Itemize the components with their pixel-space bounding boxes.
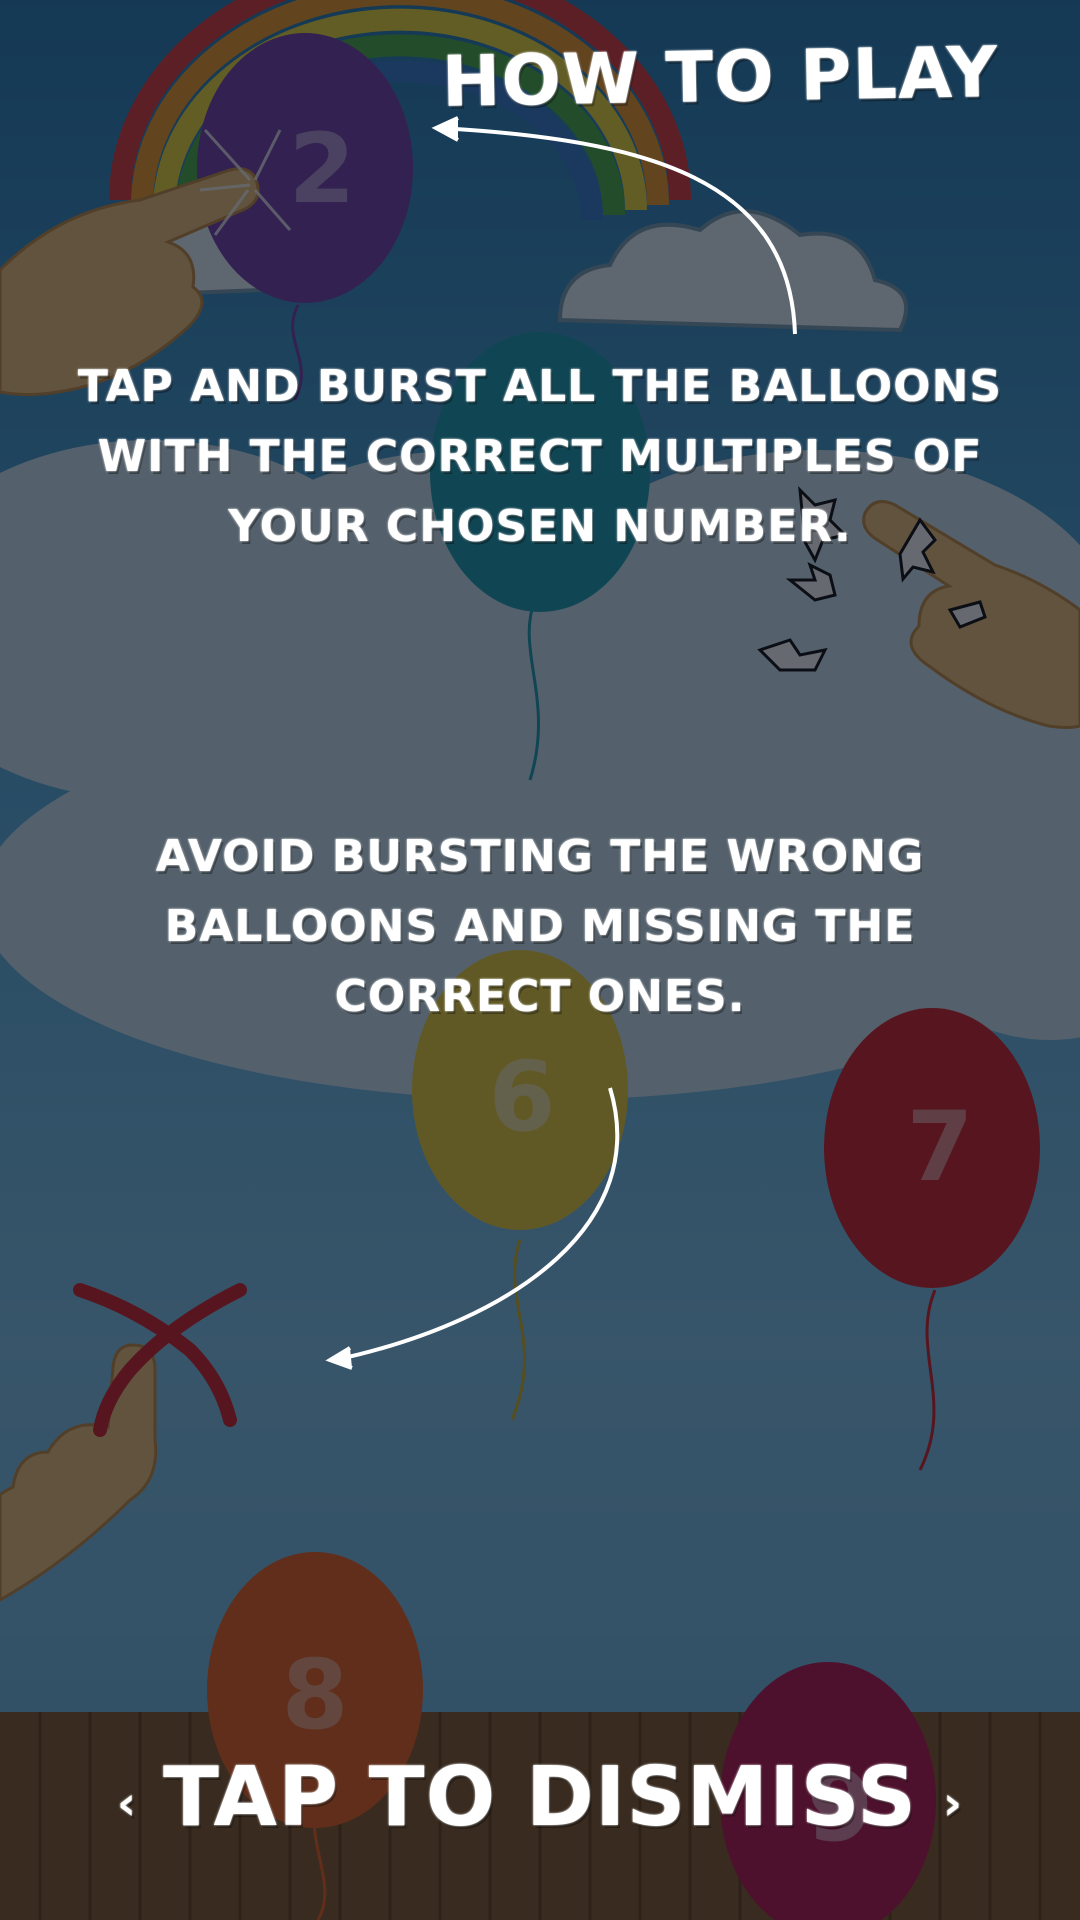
curved-arrow-icon bbox=[325, 1087, 620, 1370]
instruction-text-1: TAP AND BURST ALL THE BALLOONS WITH THE … bbox=[77, 361, 1003, 552]
game-screen[interactable]: 2 6 7 8 9 HOW TO PLAY TAP AND BURST ALL … bbox=[0, 0, 1080, 1920]
instruction-text-2: AVOID BURSTING THE WRONG BALLOONS AND MI… bbox=[155, 831, 925, 1022]
dismiss-label: TAP TO DISMISS bbox=[162, 1750, 918, 1845]
curved-arrow-icon bbox=[431, 116, 797, 335]
chevron-right-icon: › bbox=[943, 1775, 963, 1830]
tap-to-dismiss-button[interactable]: ‹ TAP TO DISMISS › bbox=[0, 1742, 1080, 1859]
page-title: HOW TO PLAY bbox=[441, 31, 999, 123]
chevron-left-icon: ‹ bbox=[117, 1775, 137, 1830]
